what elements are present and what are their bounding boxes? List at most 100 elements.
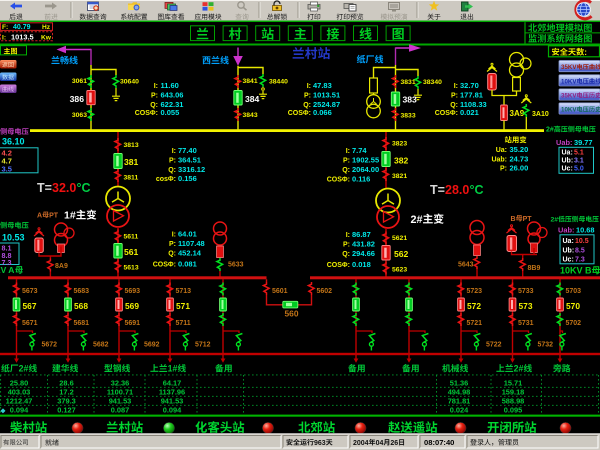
- svg-text:36.10: 36.10: [2, 137, 25, 147]
- svg-text:Q:: Q:: [450, 102, 458, 109]
- svg-text:0.156: 0.156: [178, 174, 197, 183]
- svg-text:1902.55: 1902.55: [352, 156, 379, 165]
- svg-text:I:: I:: [172, 148, 176, 155]
- svg-text:0.081: 0.081: [178, 260, 197, 269]
- svg-text:294.66: 294.66: [352, 249, 375, 258]
- svg-text:I:: I:: [346, 232, 350, 239]
- svg-text:3.1: 3.1: [574, 158, 584, 165]
- svg-text:64.01: 64.01: [178, 230, 197, 239]
- svg-text:2064.00: 2064.00: [352, 165, 379, 174]
- svg-text:Q:: Q:: [303, 102, 311, 109]
- svg-text:5733: 5733: [518, 288, 534, 295]
- svg-text::: :: [584, 48, 587, 57]
- svg-text:5611: 5611: [124, 234, 139, 241]
- svg-text:562: 562: [394, 249, 409, 259]
- svg-text:568: 568: [74, 301, 88, 311]
- svg-text:452.14: 452.14: [178, 249, 202, 258]
- svg-text:Q:: Q:: [342, 167, 350, 174]
- svg-text:382: 382: [394, 156, 409, 166]
- svg-text:Uab:: Uab:: [491, 157, 507, 164]
- svg-text:561: 561: [124, 247, 139, 257]
- svg-text:I:: I:: [346, 148, 350, 155]
- svg-text:COSΦ:: COSΦ:: [153, 262, 176, 269]
- svg-text:5621: 5621: [392, 235, 407, 242]
- svg-text:8.5: 8.5: [575, 247, 585, 254]
- svg-text:35.20: 35.20: [510, 145, 529, 154]
- svg-text:381: 381: [124, 157, 139, 167]
- svg-text:3821: 3821: [392, 173, 407, 180]
- svg-text:5731: 5731: [518, 320, 534, 327]
- svg-text:40.79: 40.79: [13, 24, 31, 31]
- svg-text:10.68: 10.68: [576, 225, 595, 234]
- svg-text:3823: 3823: [392, 141, 407, 148]
- svg-text:47.83: 47.83: [313, 81, 332, 90]
- svg-text:8B9: 8B9: [528, 265, 541, 272]
- svg-text:7.74: 7.74: [352, 146, 367, 155]
- svg-text:86.87: 86.87: [352, 230, 371, 239]
- svg-text:2004: 2004: [353, 440, 369, 447]
- svg-text:35KV: 35KV: [561, 64, 577, 71]
- svg-text:386: 386: [70, 94, 85, 104]
- svg-text:5703: 5703: [566, 288, 582, 295]
- svg-text:0.095: 0.095: [504, 405, 523, 414]
- svg-text:5682: 5682: [93, 342, 109, 349]
- svg-text:Q:: Q:: [168, 251, 176, 258]
- svg-text:28.0: 28.0: [445, 183, 469, 197]
- svg-text:10.5: 10.5: [575, 238, 589, 245]
- svg-text:567: 567: [23, 301, 37, 311]
- svg-text:5.0: 5.0: [574, 166, 584, 173]
- svg-text:3833: 3833: [401, 113, 416, 120]
- svg-text:3061: 3061: [72, 78, 87, 85]
- svg-text:5602: 5602: [317, 288, 333, 295]
- svg-text:3813: 3813: [124, 142, 139, 149]
- svg-text:04: 04: [376, 440, 384, 447]
- svg-text:8A9: 8A9: [55, 263, 68, 270]
- svg-text:5692: 5692: [144, 342, 160, 349]
- svg-text:5673: 5673: [22, 288, 38, 295]
- svg-text:cosΦ:: cosΦ:: [156, 176, 176, 183]
- svg-text:51.36: 51.36: [450, 378, 469, 387]
- svg-text:177.81: 177.81: [460, 91, 483, 100]
- svg-text:10.53: 10.53: [2, 232, 25, 242]
- svg-text:5671: 5671: [22, 320, 38, 327]
- svg-text:560: 560: [285, 309, 299, 319]
- svg-text:B: B: [511, 216, 516, 223]
- svg-text:643.06: 643.06: [161, 91, 184, 100]
- svg-text:5633: 5633: [228, 262, 244, 269]
- svg-text:32.70: 32.70: [460, 81, 479, 90]
- svg-text:0.021: 0.021: [460, 108, 479, 117]
- svg-text:PT: PT: [49, 212, 59, 219]
- svg-text:5643: 5643: [458, 262, 474, 269]
- svg-text:COSΦ:: COSΦ:: [327, 177, 350, 184]
- svg-text:1#: 1#: [168, 364, 178, 374]
- svg-text:Uc:: Uc:: [562, 166, 573, 173]
- svg-text:11.60: 11.60: [161, 81, 179, 90]
- svg-text:5681: 5681: [74, 320, 90, 327]
- svg-text:0.055: 0.055: [161, 108, 180, 117]
- svg-text:5693: 5693: [125, 288, 141, 295]
- svg-text:P:: P:: [343, 242, 350, 249]
- svg-text:P:: P:: [151, 93, 158, 100]
- svg-text:1137.96: 1137.96: [159, 387, 185, 396]
- svg-text:5711: 5711: [176, 320, 191, 327]
- svg-text:25.80: 25.80: [10, 378, 29, 387]
- svg-text:08:07:40: 08:07:40: [424, 438, 454, 447]
- svg-text:35KV: 35KV: [561, 93, 577, 100]
- svg-text:38440: 38440: [269, 78, 288, 85]
- svg-text:Uab:: Uab:: [558, 225, 574, 234]
- svg-text:I:: I:: [172, 232, 176, 239]
- svg-text:384: 384: [245, 94, 260, 104]
- svg-text:5713: 5713: [176, 288, 192, 295]
- svg-text:COSΦ:: COSΦ:: [288, 110, 311, 117]
- svg-text:5702: 5702: [566, 320, 582, 327]
- svg-text:°C: °C: [470, 183, 484, 197]
- svg-text:Kw: Kw: [41, 34, 52, 41]
- svg-text:P:: P:: [304, 93, 311, 100]
- svg-text:383: 383: [403, 95, 418, 105]
- svg-text:P:: P:: [343, 158, 350, 165]
- svg-text:2#: 2#: [551, 217, 559, 224]
- svg-text:5672: 5672: [42, 342, 58, 349]
- svg-text:26.00: 26.00: [510, 164, 529, 173]
- svg-text:159.18: 159.18: [502, 387, 525, 396]
- svg-text:1107.48: 1107.48: [178, 239, 205, 248]
